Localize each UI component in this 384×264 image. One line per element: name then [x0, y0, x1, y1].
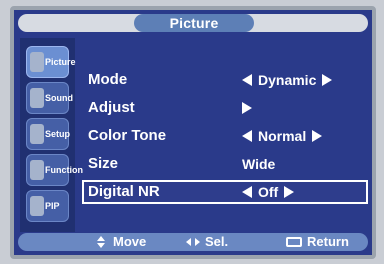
right-arrow-icon[interactable] — [284, 186, 295, 198]
menu-label-mode: Mode — [88, 71, 128, 88]
menu-label-color-tone: Color Tone — [88, 127, 167, 144]
help-return: Return — [286, 233, 349, 251]
menu-value-size-area[interactable]: Wide — [242, 152, 275, 176]
title-bar: Picture — [18, 14, 368, 32]
right-arrow-icon[interactable] — [322, 74, 333, 86]
help-select: Sel. — [186, 233, 228, 251]
nav-label-setup: Setup — [45, 129, 71, 139]
menu-label-adjust: Adjust — [88, 99, 135, 116]
help-bar: Move Sel. Return — [18, 233, 368, 251]
setup-icon — [30, 124, 44, 144]
sound-icon — [30, 88, 44, 108]
title-pill: Picture — [134, 14, 254, 32]
nav-item-pip[interactable]: PIP — [26, 190, 69, 222]
left-arrow-icon[interactable] — [242, 130, 252, 142]
menu-row-mode[interactable]: Mode Dynamic — [82, 68, 368, 92]
menu-row-adjust[interactable]: Adjust — [82, 96, 368, 120]
menu-icon — [286, 237, 302, 247]
help-move: Move — [94, 233, 146, 251]
tv-osd-menu: Picture Picture Sound Setup Function PIP… — [10, 6, 376, 259]
left-arrow-icon[interactable] — [242, 74, 252, 86]
menu-value-size: Wide — [242, 156, 276, 172]
nav-label-sound: Sound — [45, 93, 73, 103]
menu-row-color-tone[interactable]: Color Tone Normal — [82, 124, 368, 148]
menu-row-digital-nr[interactable]: Digital NR Off — [82, 180, 368, 204]
help-select-label: Sel. — [205, 234, 229, 249]
help-move-label: Move — [113, 234, 147, 249]
menu-title: Picture — [169, 15, 219, 31]
menu-value-adjust-area[interactable] — [242, 96, 252, 120]
right-arrow-icon[interactable] — [242, 102, 252, 114]
nav-item-function[interactable]: Function — [26, 154, 83, 186]
pip-icon — [30, 196, 44, 216]
menu-value-color-tone: Normal — [258, 128, 307, 144]
nav-label-pip: PIP — [45, 201, 60, 211]
menu-row-size[interactable]: Size Wide — [82, 152, 368, 176]
nav-item-setup[interactable]: Setup — [26, 118, 71, 150]
menu-value-mode: Dynamic — [258, 72, 317, 88]
nav-label-picture: Picture — [45, 57, 76, 67]
menu-value-digital-nr: Off — [258, 184, 279, 200]
menu-label-digital-nr: Digital NR — [88, 183, 160, 200]
menu-value-mode-area[interactable]: Dynamic — [242, 68, 333, 92]
nav-item-sound[interactable]: Sound — [26, 82, 73, 114]
left-arrow-icon[interactable] — [242, 186, 252, 198]
updown-icon — [94, 236, 108, 248]
picture-icon — [30, 52, 44, 72]
menu-content: Mode Dynamic Adjust Color Tone Normal Si… — [82, 38, 368, 232]
right-arrow-icon[interactable] — [312, 130, 323, 142]
menu-value-digital-nr-area[interactable]: Off — [242, 180, 295, 204]
leftright-icon — [186, 236, 200, 248]
menu-label-size: Size — [88, 155, 119, 172]
nav-item-picture[interactable]: Picture — [26, 46, 76, 78]
nav-label-function: Function — [45, 165, 83, 175]
function-icon — [30, 160, 44, 180]
menu-value-color-tone-area[interactable]: Normal — [242, 124, 323, 148]
help-return-label: Return — [307, 234, 349, 249]
left-navigation: Picture Sound Setup Function PIP — [20, 38, 83, 232]
